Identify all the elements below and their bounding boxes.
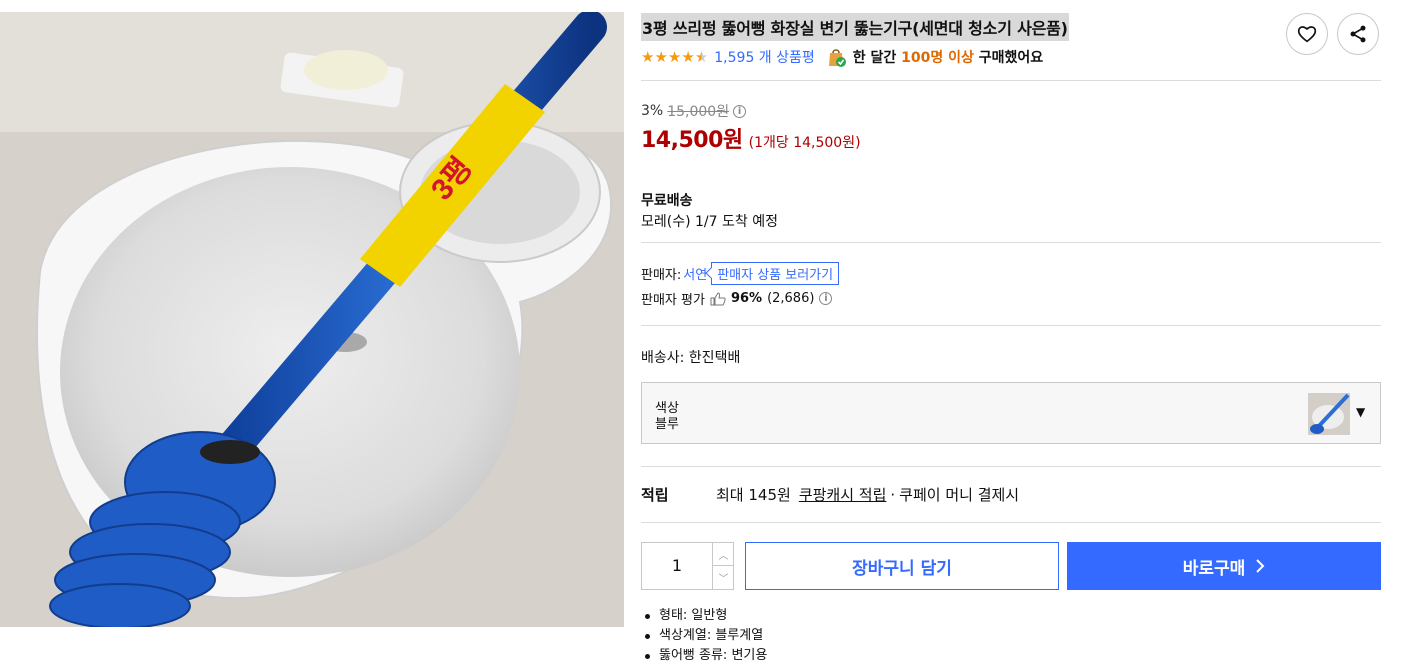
reward-title: 적립 — [641, 486, 669, 504]
add-to-cart-button[interactable]: 장바구니 담기 — [745, 542, 1059, 590]
divider — [641, 325, 1381, 326]
share-button[interactable] — [1337, 13, 1379, 55]
seller-rating-percent: 96% — [730, 291, 763, 306]
coupang-cash-link[interactable]: 쿠팡캐시 적립 — [799, 484, 887, 505]
star-icon: ★ — [667, 47, 682, 66]
chevron-down-icon: ▼ — [1356, 405, 1366, 419]
rating-row: ★ ★ ★ ★ ★ 1,595 개 상품평 한 달간 100명 이상 구매했어요 — [641, 45, 1043, 69]
reward-amount: 최대 145원 — [716, 486, 791, 504]
thumbs-up-icon — [710, 291, 726, 305]
divider — [641, 242, 1381, 243]
info-icon[interactable]: i — [733, 104, 747, 118]
seller-rating-count: (2,686) — [767, 291, 815, 306]
unit-price: (1개당 14,500원) — [748, 135, 861, 151]
original-price: 15,000원 — [667, 104, 730, 120]
purchase-count-text: 한 달간 100명 이상 구매했어요 — [853, 47, 1043, 67]
chevron-down-icon: ﹀ — [718, 574, 729, 585]
option-value: 블루 — [655, 417, 679, 432]
seller-name-link[interactable]: 서연 — [683, 264, 707, 283]
product-title: 3평 쓰리펑 뚫어뻥 화장실 변기 뚫는기구(세면대 청소기 사은품) — [641, 13, 1069, 41]
discount-rate: 3% — [641, 103, 664, 119]
carrier-text: 배송사: 한진택배 — [641, 350, 741, 366]
divider — [641, 466, 1381, 467]
seller-products-button[interactable]: 판매자 상품 보러가기 — [711, 262, 840, 285]
divider — [641, 522, 1381, 523]
free-shipping-label: 무료배송 — [641, 193, 693, 209]
seller-label: 판매자: — [641, 268, 682, 283]
reward-condition: 쿠페이 머니 결제시 — [899, 486, 1020, 504]
shopping-bag-check-icon — [828, 49, 846, 67]
seller-row: 판매자: 서연 판매자 상품 보러가기 — [641, 262, 840, 285]
chevron-up-icon: ︿ — [718, 550, 729, 562]
star-rating: ★ ★ ★ ★ ★ — [641, 47, 709, 66]
attribute-item: 색상계열: 블루계열 — [641, 626, 767, 646]
purchase-suffix: 구매했어요 — [978, 50, 1044, 66]
buy-now-label: 바로구매 — [1182, 558, 1246, 579]
final-price: 14,500원 — [641, 128, 743, 153]
wishlist-button[interactable] — [1286, 13, 1328, 55]
heart-icon — [1297, 26, 1317, 43]
attribute-item: 뚫어뻥 종류: 변기용 — [641, 646, 767, 666]
chevron-right-icon — [1256, 559, 1265, 573]
purchase-highlight: 100명 이상 — [901, 50, 974, 66]
quantity-input[interactable]: 1 — [642, 543, 712, 589]
attribute-list: 형태: 일반형 색상계열: 블루계열 뚫어뻥 종류: 변기용 — [641, 606, 767, 666]
original-price-row: 3% 15,000원 i — [641, 101, 747, 121]
review-count-link[interactable]: 1,595 개 상품평 — [714, 47, 815, 67]
half-star-icon: ★ — [694, 47, 709, 66]
purchase-prefix: 한 달간 — [852, 50, 897, 66]
star-icon: ★ — [654, 47, 668, 66]
share-icon — [1350, 25, 1366, 43]
final-price-row: 14,500원 (1개당 14,500원) — [641, 122, 861, 154]
seller-rating-label: 판매자 평가 — [641, 293, 705, 308]
reward-row: 적립 최대 145원 쿠팡캐시 적립 · 쿠페이 머니 결제시 — [641, 484, 1019, 505]
product-info-panel: 3평 쓰리펑 뚫어뻥 화장실 변기 뚫는기구(세면대 청소기 사은품) ★ ★ … — [641, 0, 1381, 663]
quantity-decrease-button[interactable]: ﹀ — [712, 566, 734, 589]
arrival-date: 모레(수) 1/7 도착 예정 — [641, 214, 778, 230]
star-icon: ★ — [681, 47, 695, 66]
product-main-image: 3평 — [0, 12, 624, 627]
star-icon: ★ — [641, 47, 655, 66]
color-option-select[interactable]: 색상 블루 ▼ — [641, 382, 1381, 444]
info-icon[interactable]: i — [819, 292, 833, 305]
option-thumbnail — [1308, 393, 1350, 435]
reward-separator: · — [890, 485, 896, 504]
quantity-stepper: 1 ︿ ﹀ — [641, 542, 734, 590]
quantity-increase-button[interactable]: ︿ — [712, 543, 734, 566]
attribute-item: 형태: 일반형 — [641, 606, 767, 626]
seller-rating-row: 판매자 평가 96% (2,686) i — [641, 289, 833, 308]
divider — [641, 80, 1381, 81]
buy-now-button[interactable]: 바로구매 — [1067, 542, 1381, 590]
